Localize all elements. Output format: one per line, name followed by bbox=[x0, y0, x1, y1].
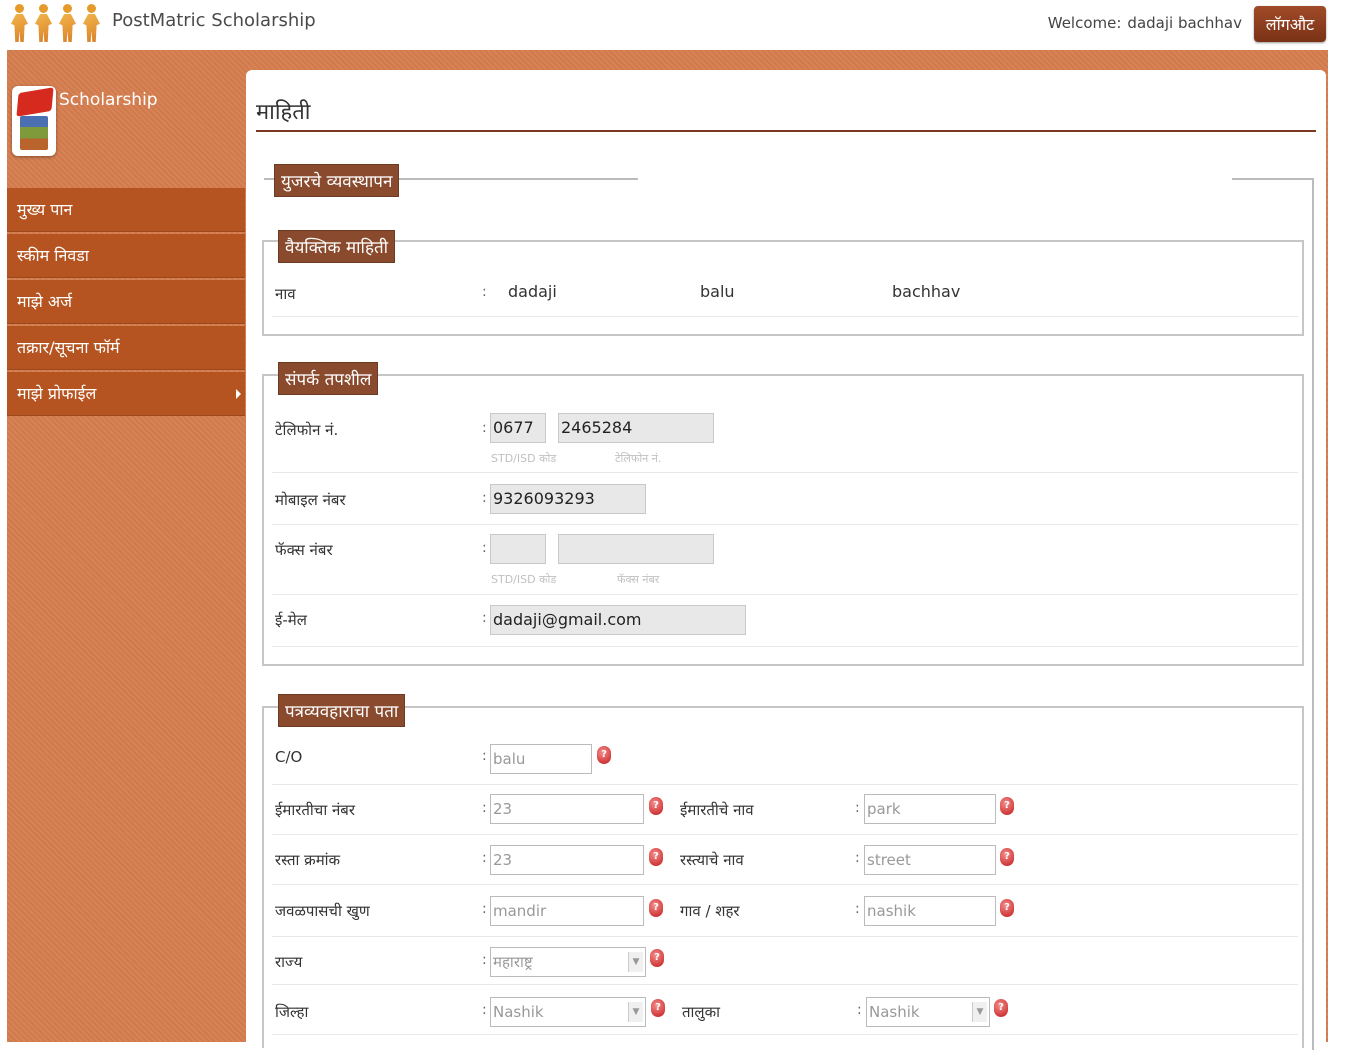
chevron-down-icon: ▼ bbox=[628, 952, 643, 972]
building-no-label: ईमारतीचा नंबर bbox=[275, 801, 355, 819]
landmark-label: जवळपासची खुण bbox=[275, 902, 370, 920]
section-legend-contact: संपर्क तपशील bbox=[278, 362, 379, 395]
section-legend-address: पत्रव्यवहाराचा पता bbox=[278, 694, 406, 727]
help-icon[interactable]: ? bbox=[1000, 797, 1014, 815]
help-icon[interactable]: ? bbox=[1000, 848, 1014, 866]
fax-std-hint: STD/ISD कोड bbox=[491, 573, 557, 586]
contact-details-fieldset bbox=[262, 374, 1304, 666]
page-title: माहिती bbox=[256, 100, 311, 125]
section-legend-personal: वैयक्तिक माहिती bbox=[278, 230, 396, 263]
fax-std-input[interactable] bbox=[490, 534, 546, 564]
chevron-down-icon: ▼ bbox=[628, 1002, 643, 1022]
help-icon[interactable]: ? bbox=[649, 797, 663, 815]
phone-number-hint: टेलिफोन नं. bbox=[615, 452, 662, 465]
district-select[interactable]: Nashik ▼ bbox=[490, 997, 646, 1027]
first-name-value: dadaji bbox=[508, 282, 557, 301]
personal-info-fieldset bbox=[262, 240, 1304, 336]
last-name-value: bachhav bbox=[892, 282, 961, 301]
chevron-down-icon: ▼ bbox=[972, 1002, 987, 1022]
mobile-input[interactable]: 9326093293 bbox=[490, 484, 646, 514]
help-icon[interactable]: ? bbox=[994, 999, 1008, 1017]
landmark-input[interactable]: mandir bbox=[490, 896, 644, 926]
building-name-input[interactable]: park bbox=[864, 794, 996, 824]
sidebar-item-label: स्कीम निवडा bbox=[17, 246, 89, 265]
road-name-input[interactable]: street bbox=[864, 845, 996, 875]
main-content: माहिती युजरचे व्यवस्थापन वैयक्तिक माहिती… bbox=[246, 70, 1326, 1050]
section-legend-user-management: युजरचे व्यवस्थापन bbox=[274, 164, 400, 197]
road-name-label: रस्त्याचे नाव bbox=[680, 851, 744, 869]
phone-std-input[interactable]: 0677 bbox=[490, 413, 546, 443]
user-name: dadaji bachhav bbox=[1127, 14, 1242, 32]
sidebar-item-label: मुख्य पान bbox=[17, 200, 73, 219]
city-input[interactable]: nashik bbox=[864, 896, 996, 926]
state-select-value: महाराष्ट्र bbox=[493, 953, 533, 971]
taluka-label: तालुका bbox=[682, 1003, 721, 1021]
mobile-label: मोबाइल नंबर bbox=[275, 491, 346, 509]
help-icon[interactable]: ? bbox=[651, 999, 665, 1017]
phone-number-input[interactable]: 2465284 bbox=[558, 413, 714, 443]
district-label: जिल्हा bbox=[275, 1003, 309, 1021]
help-icon[interactable]: ? bbox=[1000, 899, 1014, 917]
name-label: नाव bbox=[275, 285, 296, 303]
sidebar-item-label: माझे प्रोफाईल bbox=[17, 384, 97, 403]
sidebar-item-label: माझे अर्ज bbox=[17, 292, 72, 311]
scholarship-books-icon bbox=[12, 86, 56, 156]
middle-name-value: balu bbox=[700, 282, 735, 301]
fax-label: फॅक्स नंबर bbox=[275, 541, 333, 559]
email-input[interactable]: dadaji@gmail.com bbox=[490, 605, 746, 635]
top-header: PostMatric Scholarship Welcome: dadaji ba… bbox=[0, 0, 1346, 50]
fax-number-hint: फॅक्स नंबर bbox=[617, 573, 660, 586]
co-label: C/O bbox=[275, 748, 303, 766]
building-name-label: ईमारतीचे नाव bbox=[680, 801, 754, 819]
sidebar-item-label: तक्रार/सूचना फॉर्म bbox=[17, 338, 120, 357]
sidebar-item-complaint-form[interactable]: तक्रार/सूचना फॉर्म bbox=[7, 326, 245, 370]
sidebar-item-my-applications[interactable]: माझे अर्ज bbox=[7, 280, 245, 324]
welcome-label: Welcome: bbox=[1047, 14, 1122, 32]
sidebar-item-select-scheme[interactable]: स्कीम निवडा bbox=[7, 234, 245, 278]
state-label: राज्य bbox=[275, 953, 303, 971]
phone-std-hint: STD/ISD कोड bbox=[491, 452, 557, 465]
chevron-right-icon bbox=[236, 389, 241, 399]
taluka-select[interactable]: Nashik ▼ bbox=[866, 997, 990, 1027]
road-no-label: रस्ता क्रमांक bbox=[275, 851, 341, 869]
help-icon[interactable]: ? bbox=[650, 949, 664, 967]
welcome-text: Welcome: dadaji bachhav bbox=[1048, 14, 1242, 32]
email-label: ई-मेल bbox=[275, 611, 307, 629]
address-fieldset bbox=[262, 706, 1304, 1048]
co-input[interactable]: balu bbox=[490, 744, 592, 774]
sidebar-item-my-profile[interactable]: माझे प्रोफाईल bbox=[7, 372, 245, 416]
title-divider bbox=[256, 130, 1316, 132]
logout-button[interactable]: लॉगऔट bbox=[1254, 6, 1326, 42]
state-select[interactable]: महाराष्ट्र ▼ bbox=[490, 947, 646, 977]
district-select-value: Nashik bbox=[493, 1003, 544, 1021]
road-no-input[interactable]: 23 bbox=[490, 845, 644, 875]
sidebar: Scholarship मुख्य पान स्कीम निवडा माझे अ… bbox=[7, 70, 245, 1042]
logo-figures-icon bbox=[8, 2, 106, 44]
sidebar-menu: मुख्य पान स्कीम निवडा माझे अर्ज तक्रार/स… bbox=[7, 188, 245, 418]
help-icon[interactable]: ? bbox=[597, 746, 611, 764]
app-title: PostMatric Scholarship bbox=[112, 10, 316, 31]
help-icon[interactable]: ? bbox=[649, 848, 663, 866]
taluka-select-value: Nashik bbox=[869, 1003, 920, 1021]
fax-number-input[interactable] bbox=[558, 534, 714, 564]
phone-label: टेलिफोन नं. bbox=[275, 421, 339, 439]
sidebar-brand-label: Scholarship bbox=[59, 90, 158, 110]
city-label: गाव / शहर bbox=[680, 902, 740, 920]
sidebar-item-home[interactable]: मुख्य पान bbox=[7, 188, 245, 232]
help-icon[interactable]: ? bbox=[649, 899, 663, 917]
building-no-input[interactable]: 23 bbox=[490, 794, 644, 824]
